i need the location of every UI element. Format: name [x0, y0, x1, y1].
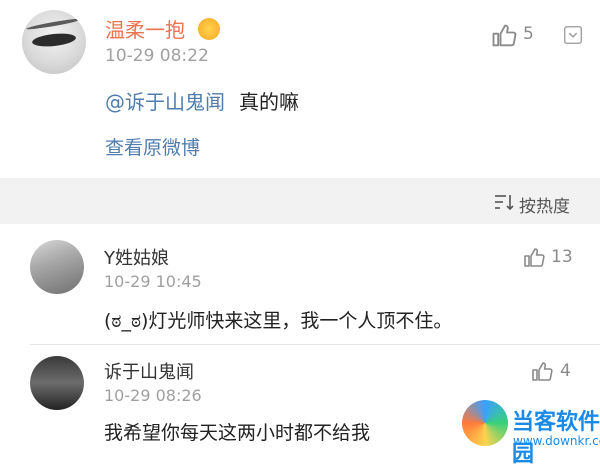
like-button[interactable] — [490, 22, 518, 54]
comment-text: (ಠ_ಠ)灯光师快来这里，我一个人顶不住。 — [104, 310, 453, 332]
comment-text: 我希望你每天这两小时都不给我 — [104, 422, 371, 444]
like-count: 13 — [551, 247, 573, 267]
username[interactable]: 诉于山鬼闻 — [104, 358, 194, 384]
timestamp: 10-29 08:26 — [104, 386, 202, 405]
watermark-logo-icon — [462, 400, 508, 446]
sort-button[interactable] — [494, 193, 514, 215]
view-original-link[interactable]: 查看原微博 — [105, 133, 200, 160]
avatar[interactable] — [22, 10, 86, 74]
watermark-url: www.downkr.com — [513, 434, 600, 448]
username[interactable]: Y姓姑娘 — [104, 244, 169, 270]
thumbs-up-icon — [524, 248, 545, 267]
like-button[interactable] — [530, 360, 554, 388]
like-count: 4 — [560, 361, 571, 381]
timestamp: 10-29 08:22 — [105, 46, 209, 66]
sort-label[interactable]: 按热度 — [519, 192, 570, 217]
vip-badge-icon — [198, 18, 220, 40]
thumbs-up-icon — [532, 362, 553, 381]
avatar[interactable] — [30, 356, 84, 410]
avatar-eyebrow — [26, 17, 82, 31]
timestamp: 10-29 10:45 — [104, 272, 202, 291]
avatar-eye — [31, 31, 77, 49]
divider — [30, 344, 600, 345]
comment-body: 真的嘛 — [239, 90, 299, 114]
more-button[interactable] — [562, 24, 584, 50]
thumbs-up-icon — [492, 24, 517, 47]
username[interactable]: 温柔一抱 — [105, 14, 185, 43]
like-count: 5 — [523, 24, 534, 44]
avatar[interactable] — [30, 240, 84, 294]
mention-link[interactable]: @诉于山鬼闻 — [105, 90, 225, 114]
sort-icon — [495, 195, 514, 211]
comment-text: @诉于山鬼闻 真的嘛 — [105, 86, 299, 115]
watermark-logo — [462, 400, 512, 450]
chevron-down-icon — [564, 26, 582, 44]
like-button[interactable] — [522, 246, 546, 274]
